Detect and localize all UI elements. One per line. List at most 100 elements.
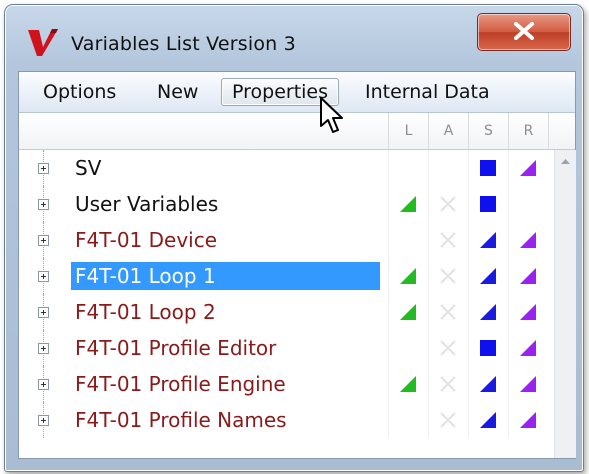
tree-row[interactable]: F4T-01 Profile Names bbox=[19, 402, 554, 438]
tree-row-label: User Variables bbox=[75, 192, 219, 216]
s-flag-icon bbox=[480, 376, 496, 392]
plus-box-icon[interactable] bbox=[38, 235, 49, 246]
column-header-s[interactable]: S bbox=[468, 113, 508, 149]
tree-row-label: F4T-01 Device bbox=[75, 228, 218, 252]
a-disabled-icon bbox=[440, 268, 456, 284]
grid-column-line bbox=[428, 258, 429, 294]
v-logo-icon bbox=[28, 29, 58, 56]
tree-row[interactable]: F4T-01 Profile Editor bbox=[19, 330, 554, 366]
s-square-icon bbox=[480, 160, 496, 176]
grid-column-line bbox=[468, 402, 469, 438]
l-flag-icon bbox=[400, 196, 416, 212]
mouse-pointer-icon bbox=[320, 97, 343, 133]
tree-row[interactable]: User Variables bbox=[19, 186, 554, 222]
grid-column-line bbox=[428, 222, 429, 258]
grid-column-line bbox=[428, 150, 429, 186]
s-flag-icon bbox=[480, 232, 496, 248]
a-disabled-icon bbox=[440, 196, 456, 212]
plus-box-icon[interactable] bbox=[38, 379, 49, 390]
tree-row[interactable]: SV bbox=[19, 150, 554, 186]
l-flag-icon bbox=[400, 268, 416, 284]
a-disabled-icon bbox=[440, 304, 456, 320]
menu-new[interactable]: New bbox=[147, 78, 208, 106]
scroll-up-arrow-icon[interactable] bbox=[555, 152, 576, 172]
tree-row-label: F4T-01 Profile Editor bbox=[75, 336, 277, 360]
column-header-spacer bbox=[548, 113, 576, 149]
grid-column-line bbox=[428, 294, 429, 330]
grid-column-line bbox=[468, 186, 469, 222]
grid-column-line bbox=[428, 366, 429, 402]
menu-options[interactable]: Options bbox=[33, 78, 126, 106]
grid-column-line bbox=[468, 150, 469, 186]
tree-row[interactable]: F4T-01 Loop 1 bbox=[19, 258, 554, 294]
a-disabled-icon bbox=[440, 232, 456, 248]
variables-tree: SV User Variables F4T-01 Device F4T-01 Loop… bbox=[19, 150, 575, 458]
grid-column-line bbox=[508, 258, 509, 294]
s-square-icon bbox=[480, 340, 496, 356]
plus-box-icon[interactable] bbox=[38, 163, 49, 174]
grid-column-line bbox=[388, 222, 389, 258]
column-header-a[interactable]: A bbox=[428, 113, 468, 149]
plus-box-icon[interactable] bbox=[38, 307, 49, 318]
tree-row-label: F4T-01 Loop 2 bbox=[75, 300, 216, 324]
variables-list-window: Variables List Version 3 Options New Pro… bbox=[4, 4, 584, 472]
grid-column-line bbox=[388, 402, 389, 438]
plus-box-icon[interactable] bbox=[38, 415, 49, 426]
tree-row[interactable]: F4T-01 Device bbox=[19, 222, 554, 258]
close-icon bbox=[514, 22, 534, 40]
client-area: Options New Properties Internal Data L A… bbox=[18, 71, 576, 459]
a-disabled-icon bbox=[440, 340, 456, 356]
window-title: Variables List Version 3 bbox=[71, 33, 296, 55]
plus-box-icon[interactable] bbox=[38, 271, 49, 282]
r-flag-icon bbox=[520, 160, 536, 176]
s-square-icon bbox=[480, 196, 496, 212]
grid-column-line bbox=[388, 258, 389, 294]
column-header: L A S R bbox=[19, 113, 575, 150]
r-flag-icon bbox=[520, 376, 536, 392]
grid-column-line bbox=[508, 294, 509, 330]
grid-column-line bbox=[468, 294, 469, 330]
tree-row-label: F4T-01 Loop 1 bbox=[71, 262, 380, 290]
r-flag-icon bbox=[520, 268, 536, 284]
r-flag-icon bbox=[520, 304, 536, 320]
plus-box-icon[interactable] bbox=[38, 199, 49, 210]
grid-column-line bbox=[468, 222, 469, 258]
grid-column-line bbox=[388, 294, 389, 330]
menu-internal-data[interactable]: Internal Data bbox=[355, 78, 500, 106]
r-flag-icon bbox=[520, 232, 536, 248]
s-flag-icon bbox=[480, 304, 496, 320]
grid-column-line bbox=[388, 366, 389, 402]
grid-column-line bbox=[508, 366, 509, 402]
column-header-l[interactable]: L bbox=[388, 113, 428, 149]
r-flag-icon bbox=[520, 340, 536, 356]
grid-column-line bbox=[508, 150, 509, 186]
s-flag-icon bbox=[480, 268, 496, 284]
grid-column-line bbox=[468, 330, 469, 366]
tree-row-label: F4T-01 Profile Engine bbox=[75, 372, 286, 396]
title-bar[interactable]: Variables List Version 3 bbox=[5, 5, 583, 71]
plus-box-icon[interactable] bbox=[38, 343, 49, 354]
column-header-r[interactable]: R bbox=[508, 113, 548, 149]
a-disabled-icon bbox=[440, 376, 456, 392]
l-flag-icon bbox=[400, 376, 416, 392]
tree-row[interactable]: F4T-01 Loop 2 bbox=[19, 294, 554, 330]
grid-column-line bbox=[468, 258, 469, 294]
grid-column-line bbox=[388, 186, 389, 222]
tree-row-label: F4T-01 Profile Names bbox=[75, 408, 287, 432]
grid-column-line bbox=[388, 330, 389, 366]
close-button[interactable] bbox=[477, 13, 571, 51]
tree-row[interactable]: F4T-01 Profile Engine bbox=[19, 366, 554, 402]
grid-column-line bbox=[428, 330, 429, 366]
r-flag-icon bbox=[520, 412, 536, 428]
screenshot-canvas: Variables List Version 3 Options New Pro… bbox=[0, 0, 589, 474]
grid-column-line bbox=[508, 222, 509, 258]
tree-row-label: SV bbox=[75, 156, 102, 180]
vertical-scrollbar[interactable] bbox=[554, 150, 576, 458]
grid-column-line bbox=[388, 150, 389, 186]
grid-column-line bbox=[508, 186, 509, 222]
grid-column-line bbox=[468, 366, 469, 402]
l-flag-icon bbox=[400, 304, 416, 320]
grid-column-line bbox=[428, 186, 429, 222]
menu-bar: Options New Properties Internal Data bbox=[19, 72, 575, 113]
a-disabled-icon bbox=[440, 412, 456, 428]
